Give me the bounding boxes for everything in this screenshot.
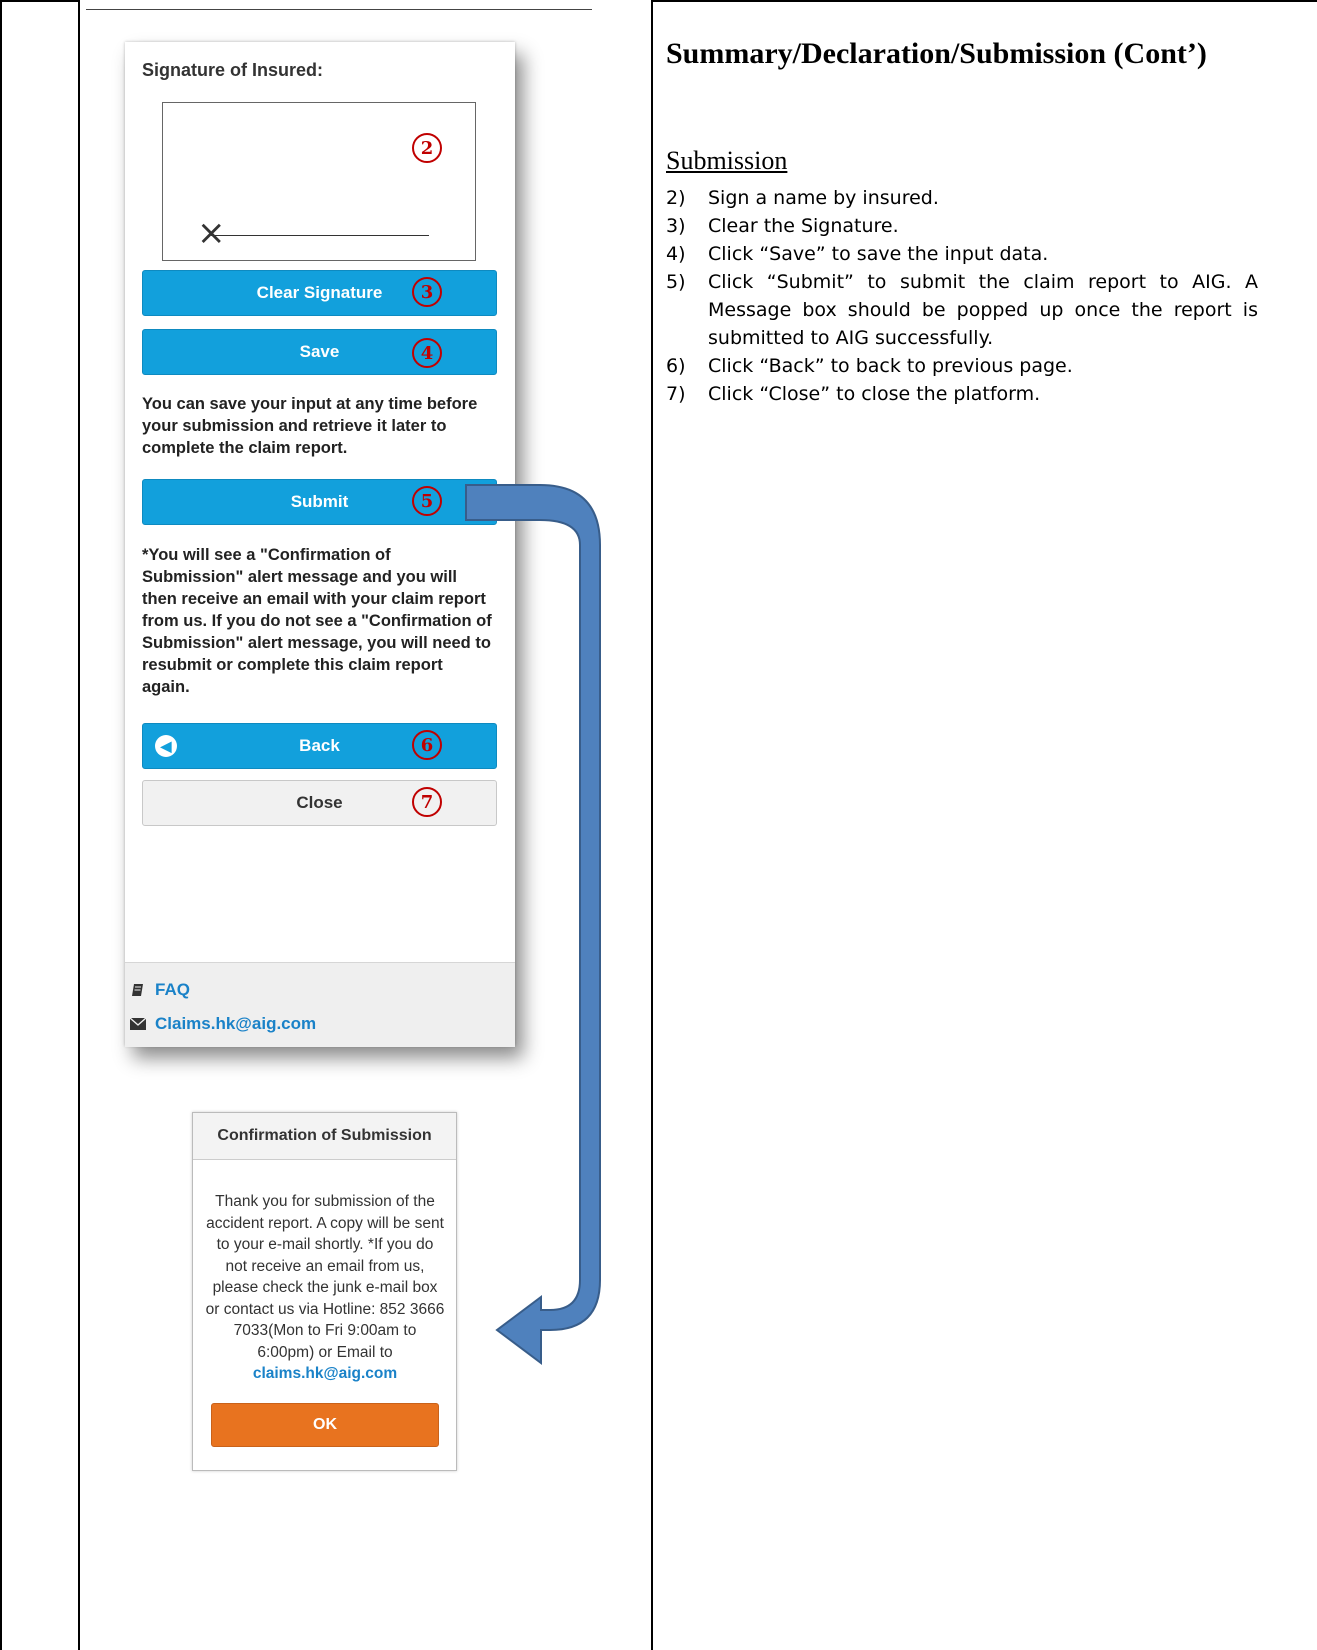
step-text: Click “Back” to back to previous page. — [708, 355, 1073, 377]
table-border-left — [0, 0, 2, 1650]
table-border-top — [0, 0, 80, 2]
list-item: 4) Click “Save” to save the input data. — [666, 240, 1258, 268]
signature-line — [211, 235, 429, 236]
step-number: 7) — [666, 383, 686, 405]
step-marker-4: 4 — [412, 338, 442, 368]
submit-note: *You will see a "Confirmation of Submiss… — [142, 546, 492, 696]
back-arrow-icon: ◀ — [155, 735, 177, 757]
table-border-top-right — [651, 0, 1317, 2]
step-marker-3: 3 — [412, 277, 442, 307]
table-border-middle — [651, 0, 653, 1650]
step-marker-6: 6 — [412, 730, 442, 760]
envelope-icon — [129, 1018, 147, 1030]
submit-label: Submit — [290, 492, 349, 511]
ok-label: OK — [313, 1416, 337, 1433]
signature-title: Signature of Insured: — [142, 60, 324, 80]
table-border-top-center — [86, 9, 592, 10]
form-footer: FAQ Claims.hk@aig.com — [125, 962, 515, 1047]
section-subheading: Submission — [666, 146, 788, 175]
save-note: You can save your input at any time befo… — [142, 395, 478, 457]
dialog-message: Thank you for submission of the accident… — [205, 1191, 445, 1385]
dialog-message-text: Thank you for submission of the accident… — [205, 1193, 445, 1361]
clear-signature-button[interactable]: Clear Signature — [142, 270, 497, 316]
step-number: 4) — [666, 243, 686, 265]
dialog-title: Confirmation of Submission — [193, 1113, 456, 1160]
step-marker-2: 2 — [412, 133, 442, 163]
clear-signature-label: Clear Signature — [256, 283, 383, 302]
submit-button[interactable]: Submit — [142, 479, 497, 525]
book-icon — [129, 983, 147, 997]
section-heading: Summary/Declaration/Submission (Cont’) — [666, 37, 1207, 70]
list-item: 6) Click “Back” to back to previous page. — [666, 352, 1258, 380]
confirmation-dialog: Confirmation of Submission Thank you for… — [192, 1112, 457, 1471]
signature-x-mark: × — [197, 213, 226, 253]
save-label: Save — [299, 342, 340, 361]
step-text: Click “Save” to save the input data. — [708, 243, 1049, 265]
step-marker-5: 5 — [412, 486, 442, 516]
close-label: Close — [296, 793, 343, 812]
step-text: Clear the Signature. — [708, 215, 899, 237]
signature-form-panel: Signature of Insured: × 2 Clear Signatur… — [125, 42, 515, 1047]
step-number: 3) — [666, 215, 686, 237]
table-border-inner — [78, 0, 80, 1650]
step-number: 5) — [666, 271, 686, 293]
back-label: Back — [299, 736, 340, 755]
list-item: 2) Sign a name by insured. — [666, 184, 1258, 212]
step-text: Click “Submit” to submit the claim repor… — [708, 271, 1258, 349]
step-number: 2) — [666, 187, 686, 209]
save-button[interactable]: Save — [142, 329, 497, 375]
list-item: 5) Click “Submit” to submit the claim rep… — [666, 268, 1258, 352]
ok-button[interactable]: OK — [211, 1403, 439, 1447]
step-text: Sign a name by insured. — [708, 187, 939, 209]
dialog-email-link[interactable]: claims.hk@aig.com — [253, 1365, 397, 1382]
step-marker-7: 7 — [412, 787, 442, 817]
list-item: 7) Click “Close” to close the platform. — [666, 380, 1258, 408]
faq-link[interactable]: FAQ — [129, 980, 190, 1000]
close-button[interactable]: Close — [142, 780, 497, 826]
steps-list: 2) Sign a name by insured. 3) Clear the Si… — [666, 184, 1258, 408]
back-button[interactable]: ◀ Back — [142, 723, 497, 769]
step-number: 6) — [666, 355, 686, 377]
step-text: Click “Close” to close the platform. — [708, 383, 1041, 405]
email-link[interactable]: Claims.hk@aig.com — [129, 1014, 316, 1034]
signature-pad[interactable]: × — [162, 102, 476, 261]
email-label: Claims.hk@aig.com — [155, 1014, 317, 1033]
list-item: 3) Clear the Signature. — [666, 212, 1258, 240]
faq-label: FAQ — [155, 980, 190, 999]
